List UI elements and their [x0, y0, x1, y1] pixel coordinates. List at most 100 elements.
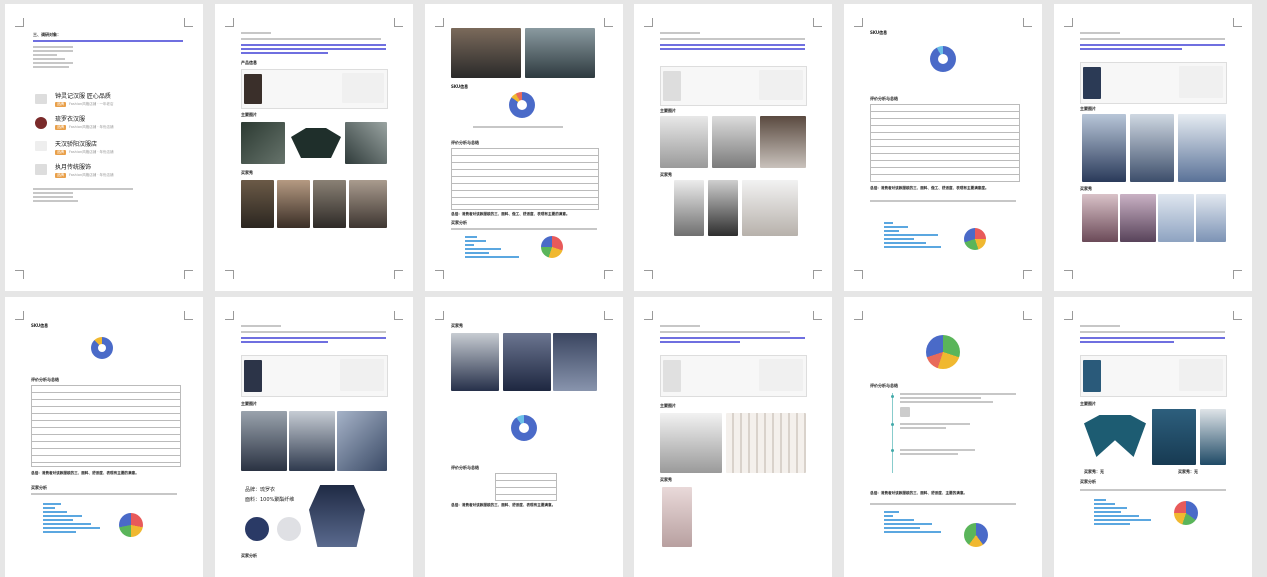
- buyer-photo: [503, 333, 551, 391]
- review-table: [495, 473, 557, 501]
- chart-header: [1080, 489, 1226, 493]
- store-name-4: 执月传统服饰: [55, 164, 92, 171]
- buyer-photo: [525, 28, 595, 78]
- link-lines: [241, 337, 386, 345]
- section-heading: 买家分析: [241, 553, 257, 558]
- product-photo: [241, 122, 285, 164]
- product-photo: [1152, 409, 1196, 465]
- buyer-photo: [241, 180, 274, 228]
- document-page-12: 主要图片 买家秀：无 买家秀：无 买家分析: [1054, 297, 1252, 577]
- review-lines: [900, 449, 1016, 457]
- section-heading: 评价分析与总结: [870, 96, 898, 101]
- buyer-photo: [277, 180, 310, 228]
- buyer-photo: [1196, 194, 1226, 242]
- chart-header: [870, 503, 1016, 507]
- link-lines: [660, 44, 805, 52]
- chart-header: [451, 228, 597, 232]
- chart-header: [870, 200, 1016, 204]
- fabric-swatch: [245, 517, 269, 541]
- product-card: [660, 355, 807, 397]
- summary-text: 总结：消费者对该款服装的三、面料、做工、舒适度、表现有主要满意度。: [870, 186, 989, 190]
- product-card: [241, 69, 388, 109]
- product-card: [1080, 62, 1227, 104]
- product-card: [1080, 355, 1227, 397]
- buyer-photo: [674, 180, 704, 236]
- buyer-photo: [349, 180, 387, 228]
- product-photo: [712, 116, 756, 168]
- buyer-photo: [451, 28, 521, 78]
- caption-buyer-1: 买家秀：无: [1084, 469, 1104, 474]
- review-thumb: [900, 407, 910, 417]
- section-heading: 买家分析: [451, 220, 467, 225]
- section-heading: 买家秀: [241, 170, 253, 175]
- sku-donut-chart: [930, 46, 956, 72]
- section-heading: SKU信息: [451, 84, 469, 89]
- fabric-swatch: [277, 517, 301, 541]
- section-heading: 评价分析与总结: [451, 465, 479, 470]
- store-logo: [35, 164, 47, 175]
- buyer-photo: [662, 487, 692, 547]
- section-heading: 评价分析与总结: [870, 383, 898, 388]
- review-lines: [900, 393, 1016, 405]
- section-heading: 买家秀: [660, 477, 672, 482]
- link-lines: [660, 337, 805, 345]
- document-page-11: 评价分析与总结 总结：消费者对该款服装的三、面料、舒适度、主要的满意。: [844, 297, 1042, 577]
- section-heading: 评价分析与总结: [451, 140, 479, 145]
- sku-pie-chart: [926, 335, 960, 369]
- section-heading: 主要图片: [1080, 106, 1096, 111]
- buyer-photo: [553, 333, 597, 391]
- title-lines: [1080, 38, 1225, 42]
- product-photo: [726, 413, 806, 473]
- link-lines: [1080, 337, 1225, 345]
- section-heading: 买家分析: [1080, 479, 1096, 484]
- legend-lines: [473, 126, 563, 130]
- store-meta-4: 品牌 Fashion风格店铺 · 年份店铺: [55, 173, 114, 178]
- product-photo: [1082, 114, 1126, 182]
- buyer-photo: [1082, 194, 1118, 242]
- section-heading: 主要图片: [660, 403, 676, 408]
- review-lines: [900, 423, 1016, 431]
- section-heading: 买家秀: [1080, 186, 1092, 191]
- bar-chart: [884, 222, 944, 250]
- section-heading: 主要图片: [1080, 401, 1096, 406]
- chart-header: [31, 493, 177, 497]
- summary-text: 总结：消费者对该款服装的三、面料、舒适度、表现有主要的满意。: [31, 471, 139, 475]
- pie-chart: [964, 228, 986, 250]
- timeline-dot: [891, 449, 894, 452]
- summary-text: 总结：消费者对该款服装的三、面料、舒适度、表现有主要满意。: [451, 503, 556, 507]
- title-lines: [660, 331, 790, 335]
- store-name-1: 钟灵记汉服 匠心品质: [55, 93, 111, 100]
- link-lines: [241, 44, 386, 56]
- product-photo: [660, 116, 708, 168]
- review-table: [31, 385, 181, 467]
- timeline-dot: [891, 423, 894, 426]
- text-lines: [1080, 32, 1120, 36]
- title-lines: [660, 38, 805, 42]
- buyer-photo: [742, 180, 798, 236]
- document-page-4: 主要图片 买家秀: [634, 4, 832, 291]
- product-photo: [289, 411, 335, 471]
- document-page-3: SKU信息 评价分析与总结 总结：消费者对该款服装的三、面料、做工、舒适度、表现…: [425, 4, 623, 291]
- store-logo: [35, 94, 47, 104]
- buyer-photo: [1120, 194, 1156, 242]
- review-table: [870, 104, 1020, 182]
- title-lines: [1080, 331, 1225, 335]
- text-lines: [241, 32, 271, 36]
- bar-chart: [43, 503, 103, 535]
- sku-donut-chart: [511, 415, 537, 441]
- section-heading: 买家分析: [31, 485, 47, 490]
- caption-buyer-2: 买家秀：无: [1178, 469, 1198, 474]
- product-photo: [345, 122, 387, 164]
- section-heading: 主要图片: [660, 108, 676, 113]
- pie-chart: [1174, 501, 1198, 525]
- page-heading: 三、调研对象：: [33, 32, 61, 37]
- review-table: [451, 148, 599, 210]
- product-photo: [291, 128, 341, 158]
- timeline-axis: [892, 393, 893, 473]
- section-heading: 产品信息: [241, 60, 257, 65]
- buyer-photo: [313, 180, 346, 228]
- caption-brand: 品牌：琉罗衣: [245, 487, 276, 493]
- summary-text: 总结：消费者对该款服装的三、面料、舒适度、主要的满意。: [870, 491, 968, 495]
- buyer-photo: [1158, 194, 1194, 242]
- text-lines: [241, 325, 281, 329]
